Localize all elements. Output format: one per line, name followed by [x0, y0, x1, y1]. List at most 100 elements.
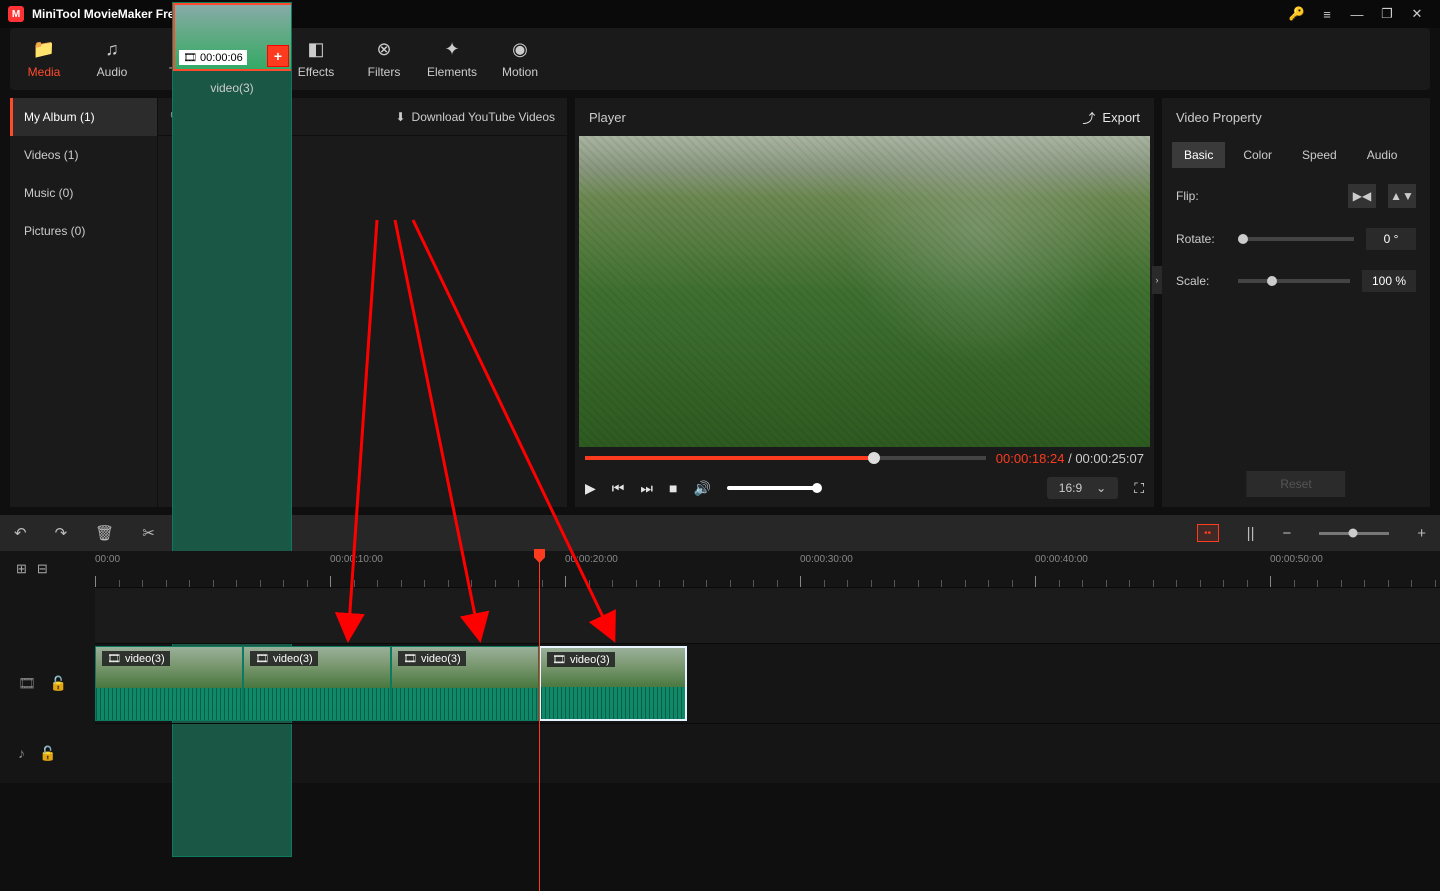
download-icon: ⬇: [395, 110, 405, 124]
next-frame-icon[interactable]: ⏭: [640, 480, 653, 497]
unlock-icon[interactable]: 🔓: [39, 745, 56, 762]
film-icon: 🎞: [107, 652, 121, 665]
stop-icon[interactable]: ■: [669, 480, 677, 496]
marker-button[interactable]: ••: [1197, 524, 1219, 542]
upgrade-icon[interactable]: 🔑: [1282, 0, 1312, 28]
flip-horizontal-button[interactable]: ▶◀: [1348, 184, 1376, 208]
rotate-value[interactable]: 0 °: [1366, 228, 1416, 250]
video-track-lane[interactable]: 🎞video(3) 🎞video(3) 🎞video(3) 🎞video(3): [95, 643, 1440, 723]
video-preview[interactable]: [579, 136, 1150, 447]
motion-icon: ◉: [512, 39, 528, 60]
rotate-label: Rotate:: [1176, 232, 1226, 246]
audio-track-lane[interactable]: [95, 723, 1440, 783]
tab-filters[interactable]: ⊗ Filters: [350, 28, 418, 90]
ruler-time-label: 00:00:50:00: [1270, 554, 1323, 565]
film-icon: 🎞: [552, 653, 566, 666]
tab-label: Effects: [298, 65, 334, 79]
redo-icon[interactable]: ↷: [55, 524, 68, 542]
scale-label: Scale:: [1176, 274, 1226, 288]
timeline-clip[interactable]: 🎞video(3): [539, 646, 687, 721]
clip-label: 🎞video(3): [250, 651, 318, 666]
timeline-clip[interactable]: 🎞video(3): [95, 646, 243, 721]
tab-audio[interactable]: ♫ Audio: [78, 28, 146, 90]
snap-icon[interactable]: ||: [1247, 525, 1255, 542]
collapse-panel-button[interactable]: ›: [1152, 266, 1162, 294]
property-title: Video Property: [1176, 110, 1262, 125]
sidebar-item-my-album[interactable]: My Album (1): [10, 98, 157, 136]
filters-icon: ⊗: [376, 39, 391, 60]
scale-slider[interactable]: [1238, 279, 1350, 283]
prop-tab-speed[interactable]: Speed: [1290, 142, 1349, 168]
empty-track-header: [0, 587, 95, 643]
tab-label: Filters: [368, 65, 401, 79]
zoom-slider[interactable]: [1319, 532, 1389, 535]
split-icon[interactable]: ✂: [142, 524, 155, 542]
maximize-icon[interactable]: ❐: [1372, 0, 1402, 28]
menu-icon[interactable]: ≡: [1312, 0, 1342, 28]
folder-icon: 📁: [33, 39, 55, 60]
film-icon: 🎞: [18, 675, 36, 692]
sidebar-item-music[interactable]: Music (0): [10, 174, 157, 212]
clip-label: 🎞video(3): [547, 652, 615, 667]
player-title: Player: [589, 110, 626, 125]
fullscreen-icon[interactable]: ⛶: [1134, 480, 1144, 497]
tab-motion[interactable]: ◉ Motion: [486, 28, 554, 90]
music-icon: ♪: [18, 745, 25, 761]
reset-button[interactable]: Reset: [1246, 471, 1345, 497]
sidebar-item-videos[interactable]: Videos (1): [10, 136, 157, 174]
play-icon[interactable]: ▶: [585, 480, 596, 497]
chevron-down-icon: ⌄: [1096, 481, 1106, 495]
tab-effects[interactable]: ◧ Effects: [282, 28, 350, 90]
ruler-time-label: 00:00: [95, 554, 120, 565]
prop-tab-basic[interactable]: Basic: [1172, 142, 1225, 168]
prev-frame-icon[interactable]: ⏮: [612, 480, 625, 497]
film-icon: 🎞: [183, 51, 197, 64]
download-youtube-button[interactable]: ⬇ Download YouTube Videos: [395, 110, 555, 124]
audio-track-header: ♪ 🔓: [0, 723, 95, 783]
timeline-ruler[interactable]: ⊞ ⊟ 00:0000:00:10:0000:00:20:0000:00:30:…: [0, 551, 1440, 587]
tab-elements[interactable]: ✦ Elements: [418, 28, 486, 90]
rotate-slider[interactable]: [1238, 237, 1354, 241]
zoom-in-icon[interactable]: +: [1417, 525, 1426, 542]
library-sidebar: My Album (1) Videos (1) Music (0) Pictur…: [10, 98, 158, 507]
unlock-icon[interactable]: 🔓: [50, 675, 67, 692]
timeline-clip[interactable]: 🎞video(3): [391, 646, 539, 721]
close-icon[interactable]: ✕: [1402, 0, 1432, 28]
manage-tracks-icon[interactable]: ⊟: [37, 561, 48, 577]
clip-label: 🎞video(3): [102, 651, 170, 666]
flip-vertical-button[interactable]: ▲▼: [1388, 184, 1416, 208]
flip-label: Flip:: [1176, 189, 1226, 203]
scale-value[interactable]: 100 %: [1362, 270, 1416, 292]
zoom-out-icon[interactable]: −: [1282, 525, 1291, 542]
playhead[interactable]: [539, 551, 540, 891]
tab-media[interactable]: 📁 Media: [10, 28, 78, 90]
export-icon: ⤴: [1082, 108, 1095, 127]
overlay-track-lane[interactable]: [95, 587, 1440, 643]
sidebar-item-pictures[interactable]: Pictures (0): [10, 212, 157, 250]
player-panel: Player ⤴ Export 00:00:18:24 / 00:00:25:0…: [575, 98, 1154, 507]
ruler-time-label: 00:00:40:00: [1035, 554, 1088, 565]
prop-tab-color[interactable]: Color: [1231, 142, 1284, 168]
tab-label: Audio: [97, 65, 128, 79]
tab-label: Media: [28, 65, 61, 79]
app-logo: M: [8, 6, 24, 22]
effects-icon: ◧: [307, 39, 324, 60]
volume-icon[interactable]: 🔊: [693, 480, 710, 497]
video-property-panel: › Video Property Basic Color Speed Audio…: [1162, 98, 1430, 507]
volume-slider[interactable]: [727, 486, 817, 490]
undo-icon[interactable]: ↶: [14, 524, 27, 542]
add-track-icon[interactable]: ⊞: [16, 561, 27, 577]
delete-icon[interactable]: 🗑: [95, 524, 114, 542]
export-button[interactable]: ⤴ Export: [1082, 108, 1140, 127]
add-to-timeline-button[interactable]: +: [268, 46, 288, 66]
duration-badge: 🎞 00:00:06: [179, 50, 247, 65]
seek-bar[interactable]: [585, 456, 986, 460]
tab-label: Elements: [427, 65, 477, 79]
timeline-clip[interactable]: 🎞video(3): [243, 646, 391, 721]
prop-tab-audio[interactable]: Audio: [1355, 142, 1410, 168]
ruler-time-label: 00:00:30:00: [800, 554, 853, 565]
aspect-ratio-select[interactable]: 16:9⌄: [1047, 477, 1118, 499]
minimize-icon[interactable]: —: [1342, 0, 1372, 28]
video-track-header: 🎞 🔓: [0, 643, 95, 723]
elements-icon: ✦: [444, 39, 459, 60]
